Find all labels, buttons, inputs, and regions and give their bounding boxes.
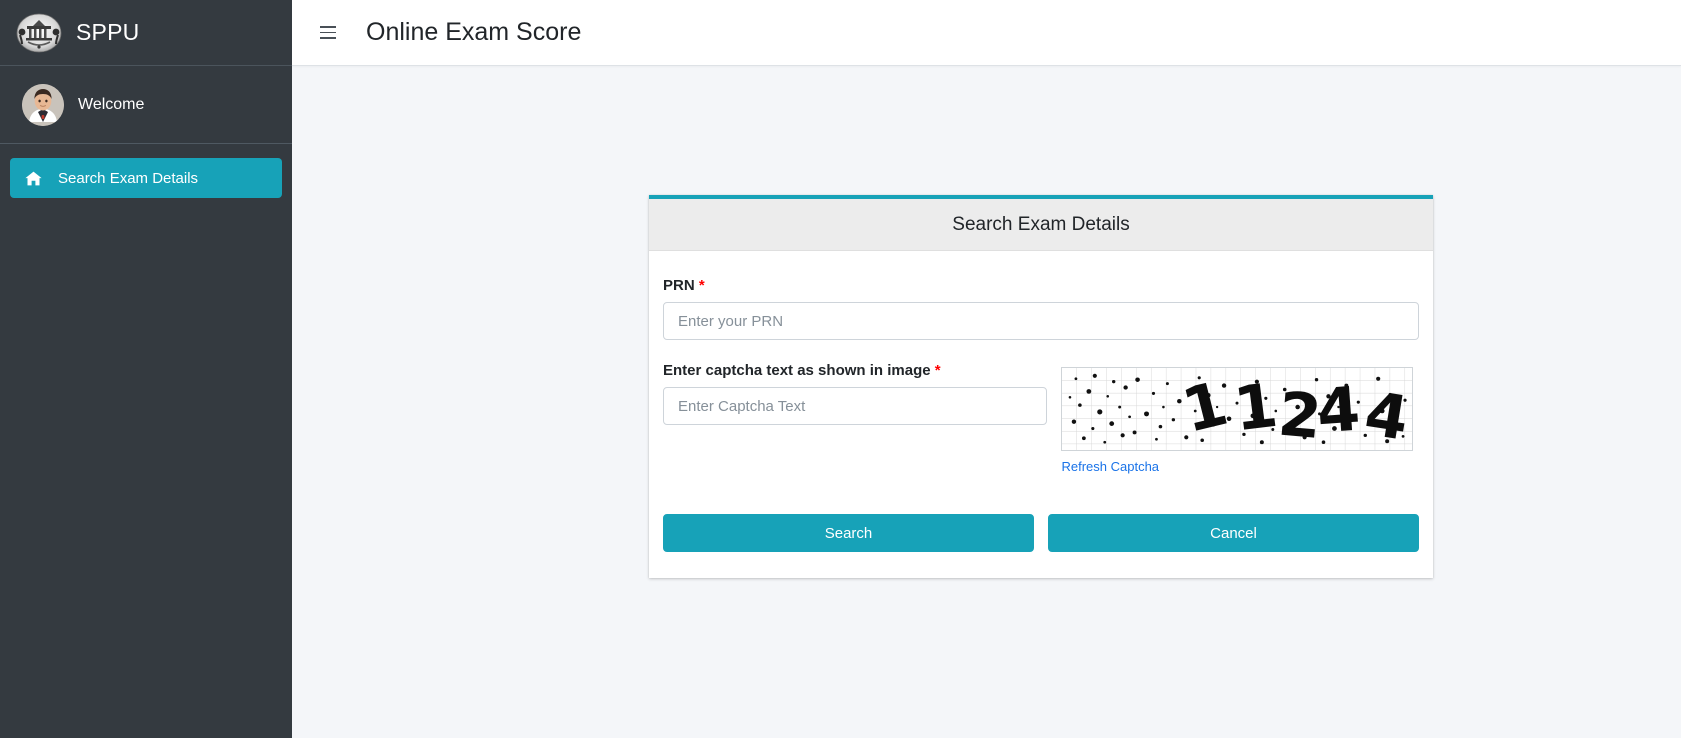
captcha-field-group: Enter captcha text as shown in image * [663,362,1048,425]
captcha-row: Enter captcha text as shown in image * E… [663,362,1419,476]
content-area: Search Exam Details PRN * Enter your PRN… [292,66,1681,738]
captcha-char: 4 [1315,374,1363,447]
captcha-label-text: Enter captcha text as shown in image [663,362,931,379]
university-crest-icon [14,12,64,54]
sidebar-brand[interactable]: SPPU [0,0,292,66]
avatar [22,83,64,126]
sidebar-item-label: Search Exam Details [58,169,199,187]
sidebar-user-panel[interactable]: Welcome [0,66,292,144]
hamburger-menu-icon[interactable] [320,23,340,43]
required-asterisk: * [934,362,941,379]
captcha-image: 1 1 2 4 4 [1061,367,1414,451]
cancel-button[interactable]: Cancel [1048,514,1419,552]
card-title: Search Exam Details [952,213,1130,235]
hamburger-bar [320,31,336,34]
main-area: Online Exam Score Search Exam Details PR… [292,0,1681,738]
sidebar-item-search-exam-details[interactable]: Search Exam Details [10,158,282,198]
prn-field-group: PRN * [663,277,1419,340]
sidebar-brand-title: SPPU [76,19,140,45]
sidebar: SPPU Welcome Search Exam Details [0,0,292,738]
search-exam-details-card: Search Exam Details PRN * Enter your PRN… [649,195,1433,578]
card-actions: Search Cancel [663,514,1419,552]
card-body: PRN * Enter captcha text as shown in ima… [649,251,1433,578]
captcha-image-group: 1 1 2 4 4 Refresh Captcha [1061,362,1419,476]
topbar: Online Exam Score [292,0,1681,66]
search-button[interactable]: Search [663,514,1034,552]
hamburger-bar [320,37,336,39]
page-title: Online Exam Score [366,18,582,46]
prn-input[interactable] [663,302,1419,340]
sidebar-nav: Search Exam Details [0,144,292,198]
refresh-captcha-link[interactable]: Refresh Captcha [1061,459,1159,474]
sidebar-user-name: Welcome [78,95,145,113]
hamburger-bar [320,26,336,28]
app-root: SPPU Welcome Search Exam Details Online … [0,0,1681,738]
captcha-label: Enter captcha text as shown in image * [663,362,1047,379]
required-asterisk: * [698,277,705,294]
prn-label-text: PRN [663,277,695,294]
card-header: Search Exam Details [649,199,1433,251]
captcha-input[interactable] [663,387,1048,425]
home-icon [24,171,42,186]
captcha-char: 1 [1231,370,1282,445]
prn-label: PRN * [663,277,1419,294]
